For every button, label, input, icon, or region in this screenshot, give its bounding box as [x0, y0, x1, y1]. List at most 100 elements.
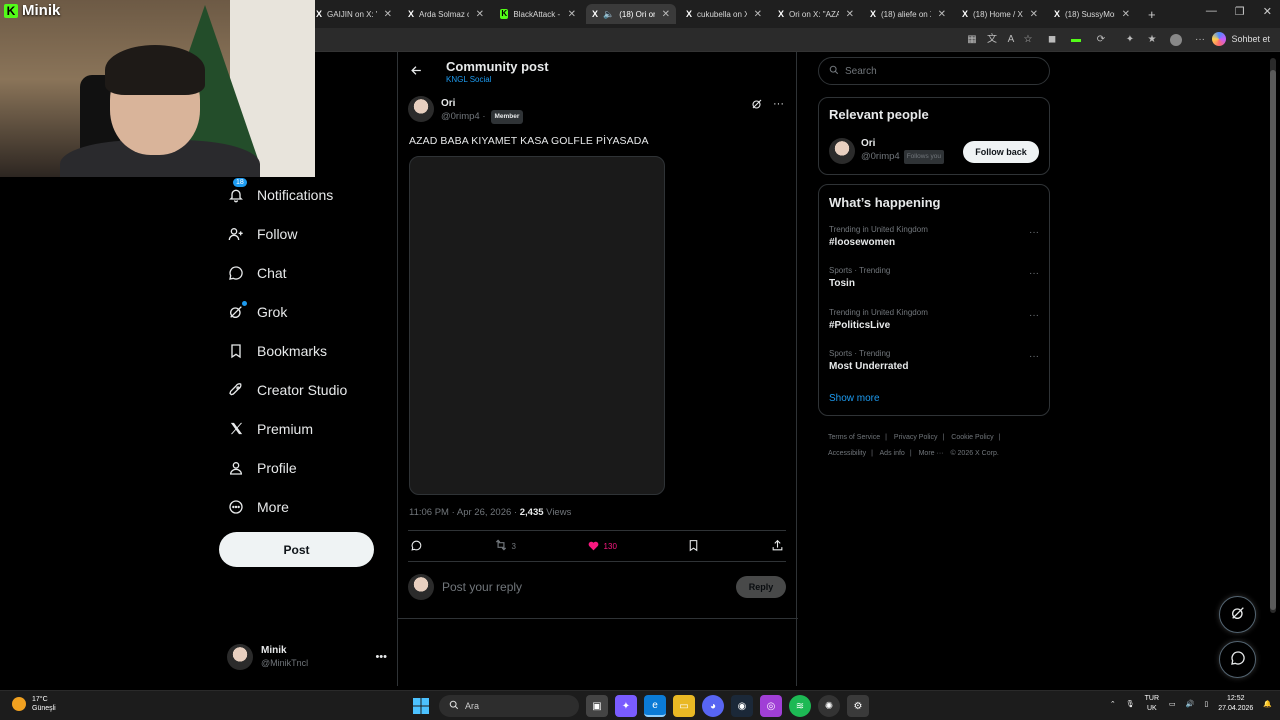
- post-author[interactable]: Ori @0rimp4 · Member: [408, 96, 524, 124]
- post-media[interactable]: [409, 156, 665, 495]
- close-tab-icon[interactable]: ✕: [662, 9, 670, 20]
- browser-tab[interactable]: X(18) SussyMoni...✕: [1048, 4, 1136, 24]
- spotify-icon[interactable]: ≋: [789, 695, 811, 717]
- close-tab-icon[interactable]: ✕: [384, 9, 392, 20]
- copilot-button[interactable]: Sohbet et: [1212, 32, 1270, 46]
- trend-item[interactable]: Sports · Trending Most Underrated ···: [829, 349, 1041, 372]
- settings-more-icon[interactable]: ···: [1194, 34, 1206, 46]
- nav-notifications[interactable]: 18 Notifications: [219, 176, 389, 215]
- author-handle[interactable]: @0rimp4 ·: [441, 111, 486, 123]
- network-icon[interactable]: ▭: [1169, 700, 1176, 708]
- footer-link[interactable]: Cookie Policy: [951, 434, 993, 441]
- chatgpt-icon[interactable]: ✺: [818, 695, 840, 717]
- footer-link[interactable]: More ···: [919, 450, 944, 457]
- chevron-up-icon[interactable]: ⌃: [1110, 700, 1116, 708]
- browser-tab-active[interactable]: X🔈(18) Ori on X✕: [586, 4, 676, 24]
- settings-gear-icon[interactable]: ⚙: [847, 695, 869, 717]
- taskbar-search[interactable]: Ara: [439, 695, 579, 717]
- grok-floating-button[interactable]: [1219, 596, 1256, 633]
- close-tab-icon[interactable]: ✕: [938, 9, 946, 20]
- file-explorer-icon[interactable]: ▭: [673, 695, 695, 717]
- close-tab-icon[interactable]: ✕: [476, 9, 484, 20]
- reply-action[interactable]: [410, 539, 423, 554]
- grok-icon[interactable]: [751, 98, 763, 113]
- nav-chat[interactable]: Chat: [219, 254, 389, 293]
- browser-tab[interactable]: XGAIJIN on X: "..."✕: [310, 4, 398, 24]
- trend-item[interactable]: Trending in United Kingdom #loosewomen ·…: [829, 225, 1041, 248]
- profile-avatar-icon[interactable]: [1170, 34, 1182, 46]
- weather-widget[interactable]: 17°C Güneşli: [12, 695, 56, 713]
- nav-creator-studio[interactable]: Creator Studio: [219, 370, 389, 409]
- windows-start-icon[interactable]: [410, 695, 432, 717]
- bookmark-action[interactable]: [687, 539, 700, 554]
- notification-bell-icon[interactable]: 🔔: [1263, 700, 1272, 708]
- avatar[interactable]: [829, 138, 855, 164]
- post-button[interactable]: Post: [219, 532, 374, 567]
- relevant-person[interactable]: Ori @0rimp4 Follows you: [829, 138, 945, 164]
- trend-item[interactable]: Sports · Trending Tosin ···: [829, 266, 1041, 289]
- avatar[interactable]: [408, 96, 434, 122]
- trend-item[interactable]: Trending in United Kingdom #PoliticsLive…: [829, 308, 1041, 331]
- nav-bookmarks[interactable]: Bookmarks: [219, 332, 389, 371]
- read-aloud-icon[interactable]: A: [1005, 34, 1017, 46]
- browser-tab[interactable]: X (18) Home / X ✕: [956, 4, 1044, 24]
- speaker-icon[interactable]: 🔈: [603, 9, 614, 20]
- volume-icon[interactable]: 🔊: [1186, 700, 1195, 708]
- share-action[interactable]: [771, 539, 784, 554]
- translate-icon[interactable]: 文: [986, 34, 998, 46]
- browser-tab[interactable]: XArda Solmaz on X✕: [402, 4, 490, 24]
- more-dots-icon[interactable]: ···: [1029, 227, 1039, 238]
- task-view-icon[interactable]: ▣: [586, 695, 608, 717]
- person-handle[interactable]: @0rimp4: [861, 151, 900, 163]
- browser-tab[interactable]: XOri on X: "AZAD..."✕: [772, 4, 860, 24]
- footer-link[interactable]: Accessibility: [828, 450, 866, 457]
- close-tab-icon[interactable]: ✕: [754, 9, 762, 20]
- close-tab-icon[interactable]: ✕: [846, 9, 854, 20]
- close-window-icon[interactable]: ✕: [1263, 5, 1272, 18]
- browser-tab[interactable]: X (18) aliefe on X ✕: [864, 4, 952, 24]
- favorites-icon[interactable]: ★: [1146, 34, 1158, 46]
- close-tab-icon[interactable]: ✕: [1030, 9, 1038, 20]
- repost-action[interactable]: 3: [494, 538, 516, 554]
- more-dots-icon[interactable]: ···: [1029, 310, 1039, 321]
- community-link[interactable]: KNGL Social: [446, 75, 492, 84]
- favorite-star-icon[interactable]: ☆: [1022, 34, 1034, 46]
- extensions-puzzle-icon[interactable]: ✦: [1124, 34, 1136, 46]
- extension-green-icon[interactable]: ▬: [1070, 34, 1082, 46]
- steam-icon[interactable]: ◉: [731, 695, 753, 717]
- discord-icon[interactable]: ◕: [702, 695, 724, 717]
- app-icon[interactable]: ▦: [966, 34, 978, 46]
- copilot-app-icon[interactable]: ✦: [615, 695, 637, 717]
- instagram-icon[interactable]: ◎: [760, 695, 782, 717]
- account-switcher[interactable]: Minik @MinikTncl •••: [227, 640, 387, 674]
- nav-follow[interactable]: Follow: [219, 215, 389, 254]
- more-dots-icon[interactable]: ···: [1029, 268, 1039, 279]
- back-arrow-icon[interactable]: [410, 64, 423, 80]
- more-dots-icon[interactable]: ···: [773, 98, 784, 113]
- microphone-icon[interactable]: 🎙: [1126, 700, 1135, 708]
- more-dots-icon[interactable]: ···: [1029, 351, 1039, 362]
- extension-icon[interactable]: ◼: [1046, 34, 1058, 46]
- search-input[interactable]: [845, 65, 1035, 77]
- show-more-link[interactable]: Show more: [829, 393, 880, 404]
- nav-profile[interactable]: Profile: [219, 448, 389, 487]
- new-tab-icon[interactable]: +: [1142, 4, 1162, 24]
- chat-floating-button[interactable]: [1219, 641, 1256, 678]
- nav-grok[interactable]: Grok: [219, 293, 389, 332]
- page-scrollbar[interactable]: [1270, 58, 1276, 613]
- edge-browser-icon[interactable]: e: [644, 695, 666, 717]
- refresh-extension-icon[interactable]: ⟳: [1095, 34, 1107, 46]
- maximize-icon[interactable]: ❐: [1235, 5, 1245, 18]
- close-tab-icon[interactable]: ✕: [1122, 9, 1130, 20]
- battery-icon[interactable]: ▯: [1204, 700, 1208, 708]
- clock[interactable]: 12:52 27.04.2026: [1218, 694, 1253, 714]
- footer-link[interactable]: Terms of Service: [828, 434, 880, 441]
- close-tab-icon[interactable]: ✕: [568, 9, 576, 20]
- nav-more[interactable]: More: [219, 487, 389, 526]
- minimize-icon[interactable]: —: [1206, 5, 1217, 18]
- footer-link[interactable]: Ads info: [880, 450, 905, 457]
- browser-tab[interactable]: Xcukubella on X ✕: [680, 4, 768, 24]
- person-name[interactable]: Ori: [861, 138, 944, 150]
- follow-back-button[interactable]: Follow back: [963, 141, 1039, 163]
- more-dots-icon[interactable]: •••: [375, 651, 387, 663]
